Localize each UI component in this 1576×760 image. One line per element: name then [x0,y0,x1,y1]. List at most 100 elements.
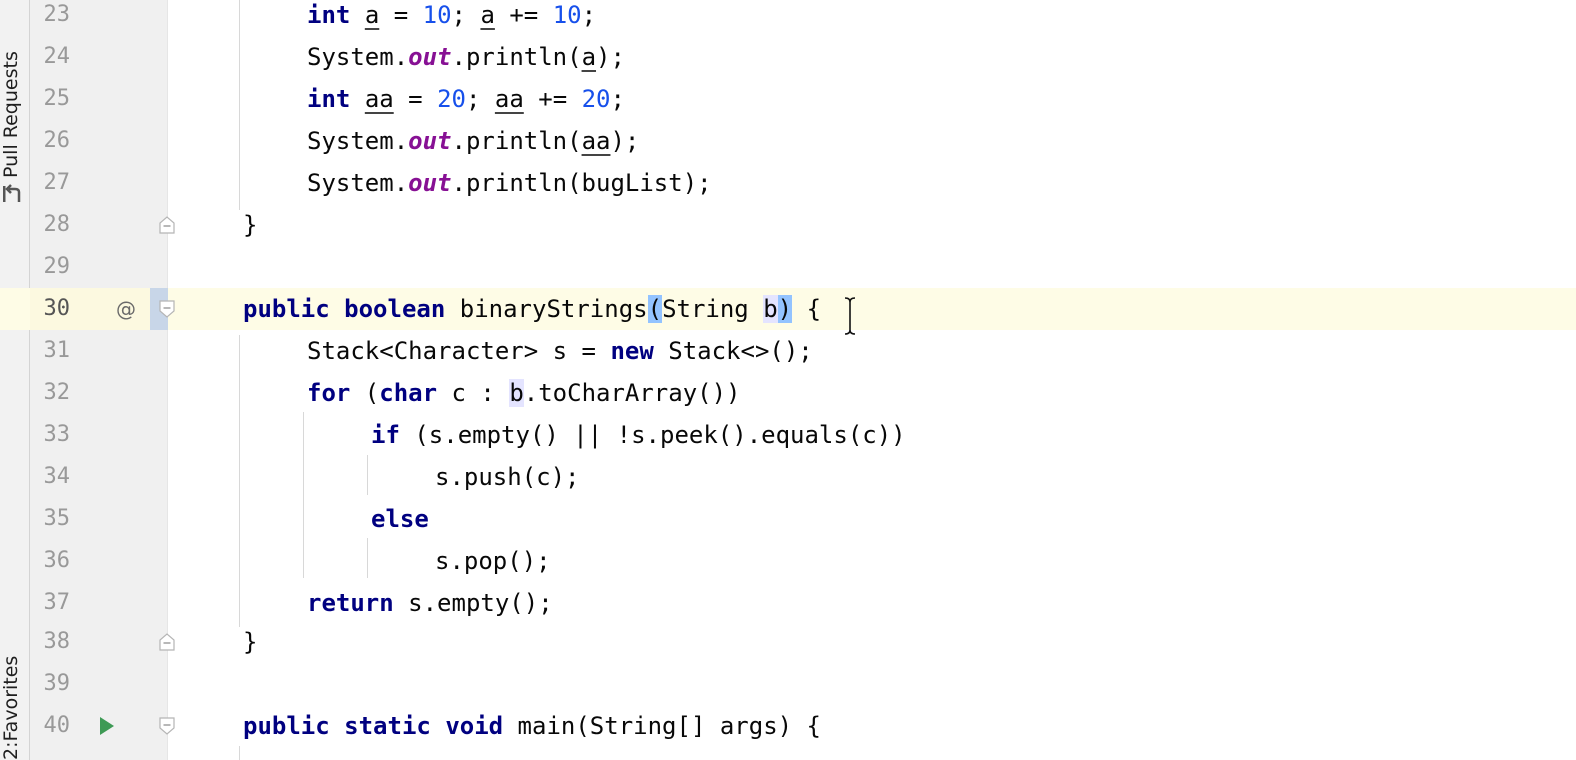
code-token: ( [350,379,380,407]
code-line[interactable]: 29 [0,246,1576,288]
code-line[interactable]: 23 int a = 10; a += 10; [0,0,1576,36]
variable: aa [494,85,524,113]
code-line[interactable]: 32 for (char c : b.toCharArray()) [0,372,1576,414]
code-line[interactable]: 26 System.out.println(aa); [0,120,1576,162]
code-token: .println(bugList); [451,169,712,197]
code-line[interactable]: 37 return s.empty(); [0,582,1576,624]
code-token: } [243,211,258,239]
code-line[interactable]: 33 if (s.empty() || !s.peek().equals(c)) [0,414,1576,456]
code-text[interactable]: } [243,621,257,663]
code-text[interactable]: } [243,204,257,246]
code-line[interactable]: 28 } [0,204,1576,246]
line-number: 33 [43,422,71,447]
code-text[interactable]: System.out.println(a); [307,36,625,78]
code-text[interactable]: s.push(c); [435,456,580,498]
keyword: int [307,85,351,113]
code-text[interactable]: s.pop(); [435,540,551,582]
code-text[interactable]: System.out.println(aa); [307,120,639,162]
implementation-marker-icon[interactable]: @ [116,288,136,330]
code-text[interactable]: for (char c : b.toCharArray()) [307,372,741,414]
code-token: += [523,85,582,113]
code-token: c : [437,379,510,407]
variable: aa [581,127,611,155]
line-number: 35 [43,506,71,531]
code-token: = [393,85,438,113]
code-text[interactable]: int a = 10; a += 10; [307,0,596,36]
code-token: System. [307,43,409,71]
code-token: main(String[] args) { [503,712,821,740]
line-number: 32 [43,380,71,405]
line-number: 39 [43,671,71,696]
code-line[interactable]: 36 s.pop(); [0,540,1576,582]
code-text[interactable]: public boolean binaryStrings(String b) { [243,288,821,330]
code-token: ; [581,1,597,29]
line-number: 23 [43,2,71,27]
code-text[interactable]: else [371,498,429,540]
code-line[interactable]: 34 s.push(c); [0,456,1576,498]
method-name: binaryStrings [445,295,648,323]
code-text[interactable]: return s.empty(); [307,582,553,624]
code-token: { [792,295,822,323]
fold-end-icon[interactable] [159,633,175,651]
line-number: 30 [43,296,71,321]
code-token: s.empty(); [393,589,553,617]
code-token: s.push(c); [435,463,580,491]
code-token: System. [307,127,409,155]
code-line[interactable]: 27 System.out.println(bugList); [0,162,1576,204]
line-number: 34 [43,464,71,489]
keyword: else [371,505,429,533]
keyword: for [307,379,351,407]
code-line[interactable]: 24 System.out.println(a); [0,36,1576,78]
variable: aa [364,85,394,113]
brace-match-open: ( [647,295,663,323]
code-line[interactable]: 38 } [0,621,1576,663]
current-code-line[interactable]: 30 @ public boolean binaryStrings(String… [0,288,1576,330]
keyword: if [371,421,400,449]
keyword: public [243,712,330,740]
code-token: (s.empty() || !s.peek().equals(c)) [399,421,906,449]
fold-end-icon[interactable] [159,216,175,234]
run-gutter-icon[interactable] [100,717,114,735]
code-line[interactable]: 39 [0,663,1576,705]
keyword: public [243,295,330,323]
parameter-usage: b [509,379,524,407]
code-text[interactable]: System.out.println(bugList); [307,162,712,204]
parameter-usage: b [763,295,778,323]
fold-start-icon[interactable] [159,717,175,735]
line-number: 24 [43,44,71,69]
keyword: boolean [344,295,446,323]
number-literal: 20 [581,85,611,113]
indent-guide [239,746,240,760]
code-token: ; [610,85,625,113]
line-number: 36 [43,548,71,573]
code-token: Stack<Character> s = [307,337,611,365]
line-number: 27 [43,170,71,195]
code-line[interactable]: 31 Stack<Character> s = new Stack<>(); [0,330,1576,372]
code-token: s.pop(); [435,547,551,575]
code-token: = [379,1,423,29]
variable: a [581,43,597,71]
number-literal: 10 [552,1,582,29]
static-field: out [408,127,452,155]
code-text[interactable]: public static void main(String[] args) { [243,705,821,747]
line-number: 37 [43,590,71,615]
code-text[interactable]: Stack<Character> s = new Stack<>(); [307,330,813,372]
keyword: static [344,712,431,740]
line-number: 25 [43,86,71,111]
code-text[interactable]: if (s.empty() || !s.peek().equals(c)) [371,414,906,456]
code-text[interactable]: int aa = 20; aa += 20; [307,78,625,120]
keyword: int [307,1,351,29]
code-line[interactable]: 40 public static void main(String[] args… [0,705,1576,747]
variable: a [364,1,380,29]
code-token: ; [465,85,495,113]
line-number: 38 [43,629,71,654]
code-token: System. [307,169,409,197]
code-line[interactable]: 25 int aa = 20; aa += 20; [0,78,1576,120]
fold-start-icon[interactable] [159,300,175,318]
code-token: ); [610,127,640,155]
code-line[interactable]: 35 else [0,498,1576,540]
keyword: void [445,712,504,740]
